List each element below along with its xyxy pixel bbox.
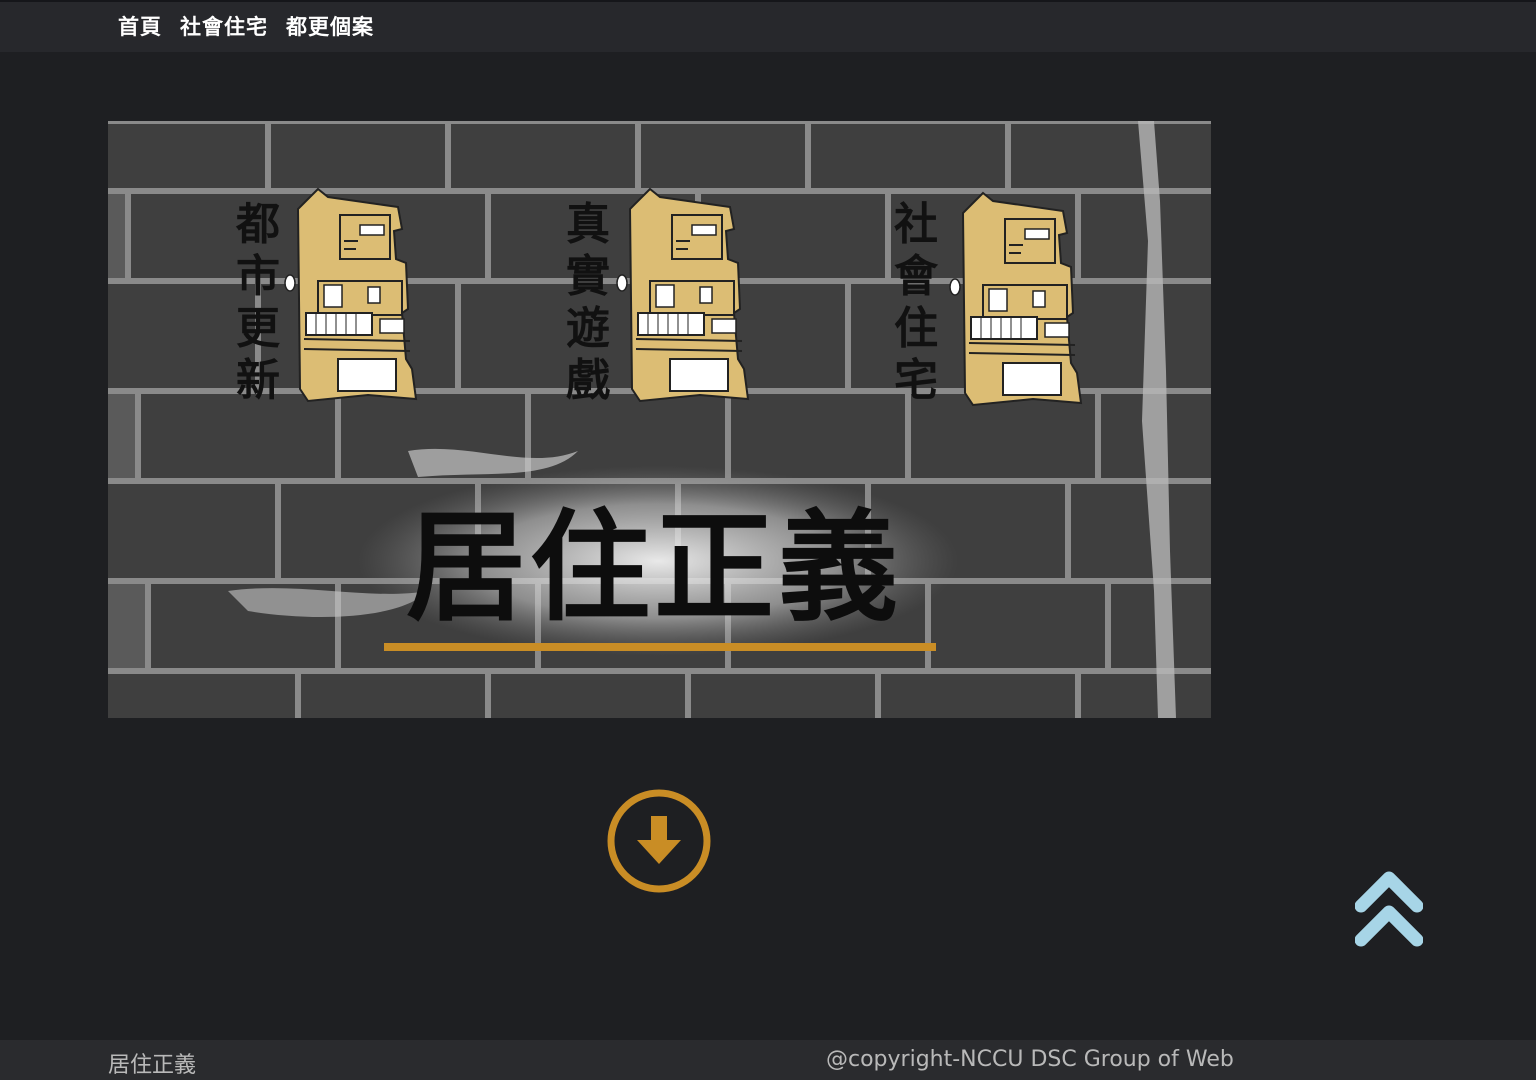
svg-text:宅: 宅 xyxy=(894,355,938,406)
svg-text:新: 新 xyxy=(236,355,280,406)
back-to-top-button[interactable] xyxy=(1354,870,1424,952)
hero-banner: 都 市 更 新 真 實 遊 戲 社 會 住 宅 居住正義 xyxy=(108,121,1211,718)
svg-text:真: 真 xyxy=(566,199,610,250)
svg-text:都: 都 xyxy=(235,199,280,250)
nav-menu: 首頁 社會住宅 都更個案 xyxy=(118,14,392,40)
arrow-circle-down-icon xyxy=(607,789,711,893)
building-real-game xyxy=(616,188,749,402)
svg-text:遊: 遊 xyxy=(566,303,610,354)
section-label-social-housing: 社 會 住 宅 xyxy=(894,199,939,406)
double-chevron-up-icon xyxy=(1354,871,1424,947)
section-label-urban-renewal: 都 市 更 新 xyxy=(235,199,281,406)
footer-site-name: 居住正義 xyxy=(108,1053,197,1078)
svg-text:更: 更 xyxy=(236,303,281,354)
brick-wall-illustration: 都 市 更 新 真 實 遊 戲 社 會 住 宅 居住正義 xyxy=(108,121,1211,718)
title-underline xyxy=(384,643,936,651)
svg-text:市: 市 xyxy=(236,251,280,302)
banner-main-title: 居住正義 xyxy=(406,497,902,638)
scroll-down-button[interactable] xyxy=(606,788,712,894)
building-urban-renewal xyxy=(284,188,417,402)
svg-text:實: 實 xyxy=(566,251,610,302)
building-social-housing xyxy=(949,192,1082,406)
section-label-real-game: 真 實 遊 戲 xyxy=(566,199,610,406)
nav-item-urban-renewal-cases[interactable]: 都更個案 xyxy=(286,14,374,40)
nav-item-social-housing[interactable]: 社會住宅 xyxy=(180,14,268,40)
nav-item-home[interactable]: 首頁 xyxy=(118,14,162,40)
top-navigation-bar: 首頁 社會住宅 都更個案 xyxy=(0,0,1536,52)
svg-text:住: 住 xyxy=(894,303,938,354)
footer-copyright: @copyright-NCCU DSC Group of Web xyxy=(826,1047,1234,1072)
svg-text:戲: 戲 xyxy=(566,355,610,406)
footer: 居住正義 @copyright-NCCU DSC Group of Web xyxy=(0,1040,1536,1080)
svg-text:會: 會 xyxy=(894,251,939,302)
svg-text:社: 社 xyxy=(894,199,938,250)
